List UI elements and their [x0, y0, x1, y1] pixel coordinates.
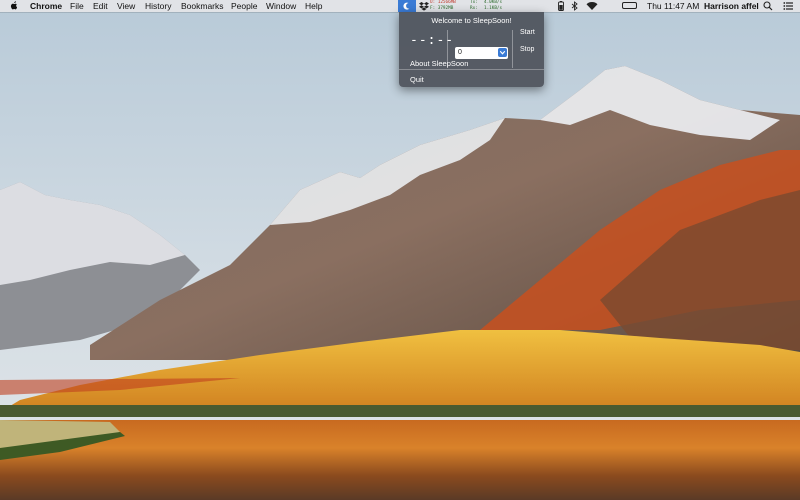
minutes-select[interactable]: 0: [455, 47, 508, 59]
select-arrow[interactable]: [498, 48, 507, 57]
wifi-icon[interactable]: [586, 1, 598, 11]
user-name[interactable]: Harrison affel: [704, 0, 759, 12]
sleepsoon-status-item[interactable]: [398, 0, 416, 12]
system-stats-monitor[interactable]: U: 12566MB Tx: 4.0KB/s F: 3792MB Rx: 1.1…: [430, 0, 512, 12]
menu-view[interactable]: View: [117, 1, 135, 11]
menu-bookmarks[interactable]: Bookmarks: [181, 1, 224, 11]
bluetooth-icon[interactable]: [571, 1, 579, 11]
dropbox-icon[interactable]: [419, 1, 429, 11]
notification-center-icon[interactable]: [783, 1, 793, 11]
menu-file[interactable]: File: [70, 1, 84, 11]
apple-icon[interactable]: [9, 1, 19, 11]
battery-icon[interactable]: [622, 2, 637, 9]
sleepsoon-title: Welcome to SleepSoon!: [431, 16, 512, 25]
quit-menu-item[interactable]: Quit: [410, 75, 424, 84]
menu-separator: [399, 69, 544, 70]
divider: [512, 30, 513, 68]
start-button[interactable]: Start: [520, 29, 535, 36]
menu-bar: Chrome File Edit View History Bookmarks …: [0, 0, 800, 12]
search-icon[interactable]: [763, 1, 773, 11]
clock[interactable]: Thu 11:47 AM: [647, 0, 699, 12]
minutes-select-value: 0: [458, 49, 462, 56]
sleepsoon-menu: Welcome to SleepSoon! --:-- 0 Start Stop…: [399, 12, 544, 87]
menu-people[interactable]: People: [231, 1, 257, 11]
about-menu-item[interactable]: About SleepSoon: [410, 59, 468, 68]
menu-help[interactable]: Help: [305, 1, 322, 11]
chevron-down-icon: [499, 50, 506, 55]
menu-app-name[interactable]: Chrome: [30, 1, 62, 11]
menu-history[interactable]: History: [145, 1, 171, 11]
moon-icon: [403, 2, 410, 10]
battery-small-icon[interactable]: [558, 1, 564, 11]
menu-edit[interactable]: Edit: [93, 1, 108, 11]
stop-button[interactable]: Stop: [520, 46, 534, 53]
menu-window[interactable]: Window: [266, 1, 296, 11]
